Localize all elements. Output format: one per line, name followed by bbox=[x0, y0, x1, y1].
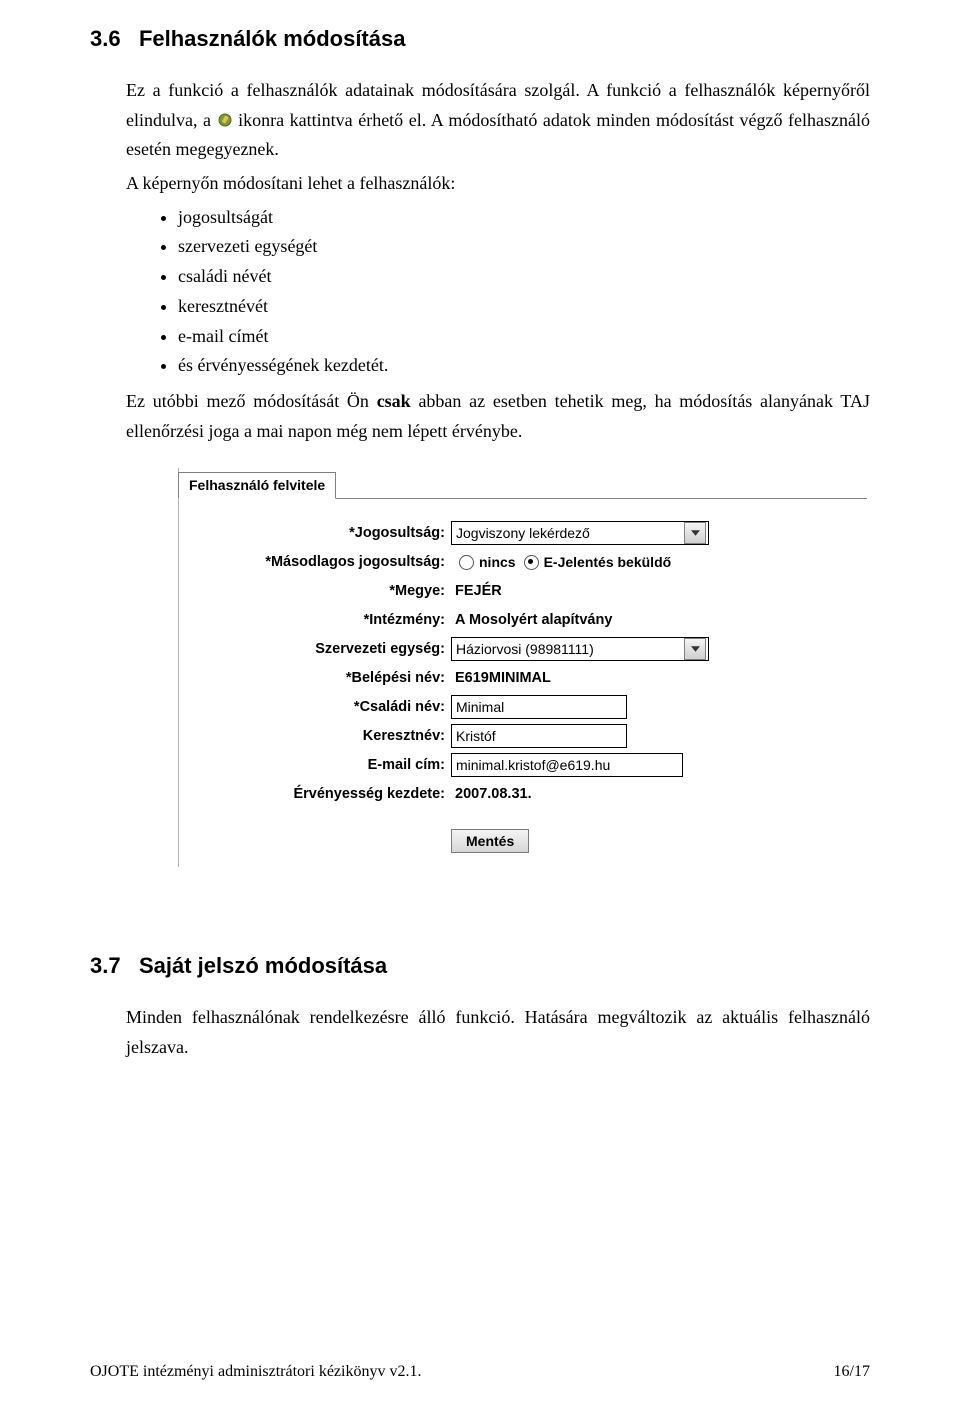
edit-icon bbox=[217, 108, 233, 124]
label-csaladi: *Családi név: bbox=[189, 699, 451, 715]
para-3-6-1b: ikonra kattintva érhető el. A módosíthat… bbox=[126, 110, 870, 160]
label-email: E-mail cím: bbox=[189, 757, 451, 773]
list-item: és érvényességének kezdetét. bbox=[178, 351, 870, 381]
row-save: Mentés bbox=[189, 829, 857, 853]
footer-right: 16/17 bbox=[834, 1363, 870, 1381]
heading-3-7: 3.7 Saját jelszó módosítása bbox=[90, 953, 870, 979]
heading-3-6: 3.6 Felhasználók módosítása bbox=[90, 26, 870, 52]
row-masodlagos: *Másodlagos jogosultság: nincs E-Jelenté… bbox=[189, 549, 857, 575]
para-3-6-3bold: csak bbox=[377, 391, 411, 411]
label-kereszt: Keresztnév: bbox=[189, 728, 451, 744]
value-ervenyesseg: 2007.08.31. bbox=[451, 786, 532, 802]
radio-ejelentes[interactable] bbox=[524, 555, 539, 570]
row-megye: *Megye: FEJÉR bbox=[189, 578, 857, 604]
form-body: *Jogosultság: Jogviszony lekérdező *Máso… bbox=[179, 499, 867, 867]
select-jogosultsag[interactable]: Jogviszony lekérdező bbox=[451, 521, 709, 545]
label-belepesi: *Belépési név: bbox=[189, 670, 451, 686]
heading-title: Saját jelszó módosítása bbox=[139, 953, 387, 978]
label-ervenyesseg: Érvényesség kezdete: bbox=[189, 786, 451, 802]
input-kereszt-value: Kristóf bbox=[456, 728, 496, 744]
label-masodlagos: *Másodlagos jogosultság: bbox=[189, 554, 451, 570]
chevron-down-icon[interactable] bbox=[684, 638, 706, 660]
value-megye: FEJÉR bbox=[451, 583, 502, 599]
form-panel: Felhasználó felvitele *Jogosultság: Jogv… bbox=[178, 468, 867, 867]
input-csaladi-value: Minimal bbox=[456, 699, 504, 715]
list-item: családi névét bbox=[178, 262, 870, 292]
para-3-6-3a: Ez utóbbi mező módosítását Ön bbox=[126, 391, 377, 411]
list-item: e-mail címét bbox=[178, 322, 870, 352]
input-email[interactable]: minimal.kristof@e619.hu bbox=[451, 753, 683, 777]
para-3-6-1: Ez a funkció a felhasználók adatainak mó… bbox=[126, 76, 870, 165]
heading-number: 3.6 bbox=[90, 26, 121, 51]
para-3-6-3: Ez utóbbi mező módosítását Ön csak abban… bbox=[126, 387, 870, 446]
row-szervezeti: Szervezeti egység: Háziorvosi (98981111) bbox=[189, 636, 857, 662]
input-kereszt[interactable]: Kristóf bbox=[451, 724, 627, 748]
footer-left: OJOTE intézményi adminisztrátori kézikön… bbox=[90, 1363, 421, 1381]
label-intezmeny: *Intézmény: bbox=[189, 612, 451, 628]
input-csaladi[interactable]: Minimal bbox=[451, 695, 627, 719]
row-email: E-mail cím: minimal.kristof@e619.hu bbox=[189, 752, 857, 778]
select-szervezeti[interactable]: Háziorvosi (98981111) bbox=[451, 637, 709, 661]
list-item: jogosultságát bbox=[178, 203, 870, 233]
select-szervezeti-value: Háziorvosi (98981111) bbox=[456, 641, 684, 657]
label-jogosultsag: *Jogosultság: bbox=[189, 525, 451, 541]
page: 3.6 Felhasználók módosítása Ez a funkció… bbox=[0, 0, 960, 1421]
para-3-7-1: Minden felhasználónak rendelkezésre álló… bbox=[126, 1003, 870, 1062]
radio-nincs[interactable] bbox=[459, 555, 474, 570]
value-intezmeny: A Mosolyért alapítvány bbox=[451, 612, 612, 628]
form-tab-row: Felhasználó felvitele bbox=[179, 468, 867, 499]
row-jogosultsag: *Jogosultság: Jogviszony lekérdező bbox=[189, 520, 857, 546]
bullets-3-6: jogosultságát szervezeti egységét család… bbox=[150, 203, 870, 381]
value-belepesi: E619MINIMAL bbox=[451, 670, 551, 686]
select-jogosultsag-value: Jogviszony lekérdező bbox=[456, 525, 684, 541]
row-belepesi: *Belépési név: E619MINIMAL bbox=[189, 665, 857, 691]
row-kereszt: Keresztnév: Kristóf bbox=[189, 723, 857, 749]
radio-nincs-label: nincs bbox=[479, 554, 516, 570]
list-item: szervezeti egységét bbox=[178, 232, 870, 262]
list-item: keresztnévét bbox=[178, 292, 870, 322]
chevron-down-icon[interactable] bbox=[684, 522, 706, 544]
input-email-value: minimal.kristof@e619.hu bbox=[456, 757, 610, 773]
row-intezmeny: *Intézmény: A Mosolyért alapítvány bbox=[189, 607, 857, 633]
heading-title: Felhasználók módosítása bbox=[139, 26, 406, 51]
form-tab[interactable]: Felhasználó felvitele bbox=[178, 472, 336, 499]
label-szervezeti: Szervezeti egység: bbox=[189, 641, 451, 657]
heading-number: 3.7 bbox=[90, 953, 121, 978]
label-megye: *Megye: bbox=[189, 583, 451, 599]
row-ervenyesseg: Érvényesség kezdete: 2007.08.31. bbox=[189, 781, 857, 807]
row-csaladi: *Családi név: Minimal bbox=[189, 694, 857, 720]
page-footer: OJOTE intézményi adminisztrátori kézikön… bbox=[90, 1363, 870, 1381]
para-3-6-2: A képernyőn módosítani lehet a felhaszná… bbox=[126, 169, 870, 199]
radio-ejelentes-label: E-Jelentés beküldő bbox=[544, 554, 672, 570]
save-button[interactable]: Mentés bbox=[451, 829, 529, 853]
